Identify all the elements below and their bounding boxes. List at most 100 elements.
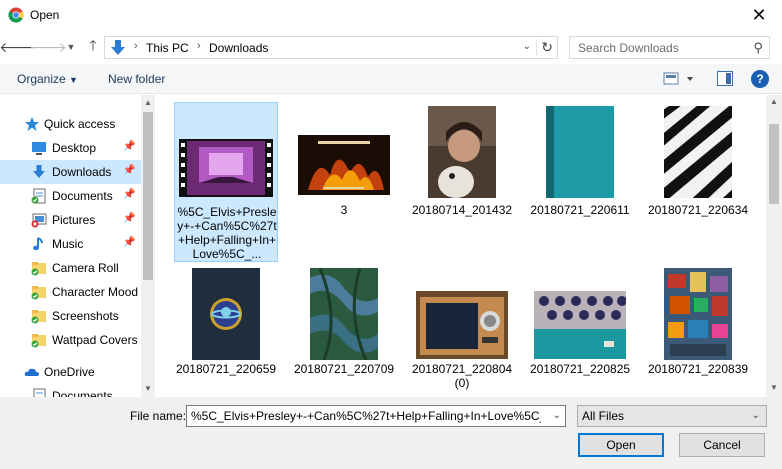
- nav-item-onedrive[interactable]: OneDrive: [0, 360, 141, 384]
- search-input[interactable]: Search Downloads ⚲: [569, 36, 770, 59]
- file-name: 20180721_220659: [175, 362, 277, 376]
- file-name: 3: [340, 203, 348, 217]
- up-button[interactable]: 🡑: [83, 37, 103, 57]
- file-list-scrollbar[interactable]: ▲ ▼: [766, 95, 782, 397]
- chevron-down-icon[interactable]: ⌄: [523, 41, 531, 52]
- nav-item-wattpad-covers[interactable]: Wattpad Covers: [0, 328, 141, 352]
- file-tile[interactable]: 20180721_220634: [646, 102, 750, 222]
- address-bar[interactable]: › This PC › Downloads ⌄ ↻: [104, 36, 558, 59]
- pictures-icon: [31, 213, 47, 228]
- image-thumbnail: [310, 268, 378, 360]
- cancel-button[interactable]: Cancel: [679, 433, 765, 457]
- download-arrow-icon: [111, 40, 125, 55]
- nav-item-label: Pictures: [52, 213, 96, 227]
- file-tile[interactable]: %5C_Elvis+Presley+-+Can%5C%27t+Help+Fall…: [174, 102, 278, 262]
- file-name: 20180721_220709: [293, 362, 395, 376]
- open-button[interactable]: Open: [578, 433, 664, 457]
- file-name-input[interactable]: %5C_Elvis+Presley+-+Can%5C%27t+Help+Fall…: [186, 405, 566, 427]
- image-thumbnail: [192, 268, 260, 360]
- breadcrumb-separator[interactable]: ›: [197, 40, 201, 52]
- chevron-down-icon: ▼: [69, 75, 78, 85]
- close-button[interactable]: ✕: [736, 0, 782, 30]
- image-thumbnail: [534, 291, 626, 359]
- refresh-icon[interactable]: ↻: [536, 39, 553, 56]
- chevron-down-icon[interactable]: ⌄: [553, 410, 561, 421]
- nav-item-label: Screenshots: [52, 309, 119, 323]
- nav-item-label: Documents: [52, 189, 113, 203]
- command-toolbar: Organize ▼ New folder ?: [0, 64, 782, 94]
- cloud-icon: [24, 368, 39, 376]
- file-type-select[interactable]: All Files ⌄: [577, 405, 767, 427]
- nav-item-label: Downloads: [52, 165, 112, 179]
- nav-item-label: Character Mood: [52, 285, 139, 299]
- file-list: %5C_Elvis+Presley+-+Can%5C%27t+Help+Fall…: [158, 95, 766, 397]
- video-thumbnail: [179, 139, 273, 197]
- nav-item-label: Desktop: [52, 141, 97, 155]
- folder-icon: [31, 310, 46, 324]
- pin-icon: 📌: [123, 213, 136, 224]
- navigation-pane: Quick access Desktop 📌 Downloads 📌 Docum…: [0, 95, 155, 397]
- file-name: 20180721_220839: [647, 362, 749, 376]
- desktop-icon: [32, 142, 46, 155]
- file-tile[interactable]: 20180721_220839: [646, 265, 750, 385]
- scroll-down-icon[interactable]: ▼: [144, 384, 152, 393]
- chrome-icon: [8, 7, 24, 23]
- breadcrumb-this-pc[interactable]: This PC: [146, 41, 189, 55]
- file-tile[interactable]: 20180721_220825: [528, 265, 632, 385]
- dialog-footer: File name: %5C_Elvis+Presley+-+Can%5C%27…: [0, 397, 782, 469]
- pin-icon: 📌: [123, 237, 136, 248]
- new-folder-button[interactable]: New folder: [108, 72, 165, 86]
- scrollbar-thumb[interactable]: [143, 112, 153, 280]
- preview-pane-icon[interactable]: [717, 71, 733, 86]
- pin-icon: 📌: [123, 189, 136, 200]
- nav-item-label: Quick access: [44, 117, 116, 131]
- documents-icon: [33, 388, 46, 397]
- file-name-value[interactable]: %5C_Elvis+Presley+-+Can%5C%27t+Help+Fall…: [191, 409, 541, 423]
- nav-item-camera-roll[interactable]: Camera Roll: [0, 256, 141, 280]
- music-icon: [33, 237, 43, 251]
- documents-icon: [31, 188, 46, 204]
- recent-locations-button[interactable]: ▼: [61, 37, 81, 57]
- file-type-value: All Files: [582, 409, 625, 423]
- file-tile[interactable]: 20180721_220709: [292, 265, 396, 385]
- chevron-down-icon: ⌄: [751, 410, 760, 421]
- file-tile[interactable]: 20180721_220659: [174, 265, 278, 385]
- nav-item-music[interactable]: Music 📌: [0, 232, 141, 256]
- pin-icon: 📌: [123, 165, 136, 176]
- folder-icon: [31, 334, 46, 348]
- nav-item-documents[interactable]: Documents 📌: [0, 184, 141, 208]
- scrollbar-thumb[interactable]: [769, 124, 779, 204]
- folder-icon: [31, 286, 46, 300]
- nav-item-screenshots[interactable]: Screenshots: [0, 304, 141, 328]
- nav-item-label: Camera Roll: [52, 261, 119, 275]
- nav-item-label: Music: [52, 237, 84, 251]
- image-thumbnail: [416, 291, 508, 359]
- search-icon: ⚲: [753, 40, 763, 55]
- navigation-scrollbar[interactable]: ▲ ▼: [141, 95, 155, 397]
- organize-button[interactable]: Organize ▼: [17, 72, 78, 86]
- scroll-down-icon[interactable]: ▼: [770, 383, 778, 392]
- window-title: Open: [30, 8, 60, 22]
- scroll-up-icon[interactable]: ▲: [144, 98, 152, 107]
- nav-item-label: OneDrive: [44, 365, 95, 379]
- file-tile[interactable]: 20180721_220611: [528, 102, 632, 222]
- nav-item-pictures[interactable]: Pictures 📌: [0, 208, 141, 232]
- nav-item-onedrive-documents[interactable]: Documents: [0, 384, 141, 397]
- file-name: 20180721_220611: [530, 203, 630, 217]
- help-icon[interactable]: ?: [751, 70, 769, 88]
- download-arrow-icon: [33, 165, 45, 178]
- breadcrumb-downloads[interactable]: Downloads: [209, 41, 268, 55]
- image-thumbnail: [546, 106, 614, 198]
- nav-item-character-mood[interactable]: Character Mood: [0, 280, 141, 304]
- file-name: 20180721_220825: [529, 362, 631, 376]
- back-button[interactable]: 🡐: [0, 37, 37, 57]
- scroll-up-icon[interactable]: ▲: [770, 97, 778, 106]
- nav-item-quick-access[interactable]: Quick access: [0, 112, 141, 136]
- change-view-icon[interactable]: [663, 71, 697, 87]
- file-tile[interactable]: 20180714_201432: [410, 102, 514, 222]
- file-tile[interactable]: 3: [292, 102, 396, 222]
- nav-item-downloads[interactable]: Downloads 📌: [0, 160, 141, 184]
- file-tile[interactable]: 20180721_220804 (0): [410, 265, 514, 390]
- nav-item-desktop[interactable]: Desktop 📌: [0, 136, 141, 160]
- forward-button[interactable]: 🡒: [29, 37, 67, 57]
